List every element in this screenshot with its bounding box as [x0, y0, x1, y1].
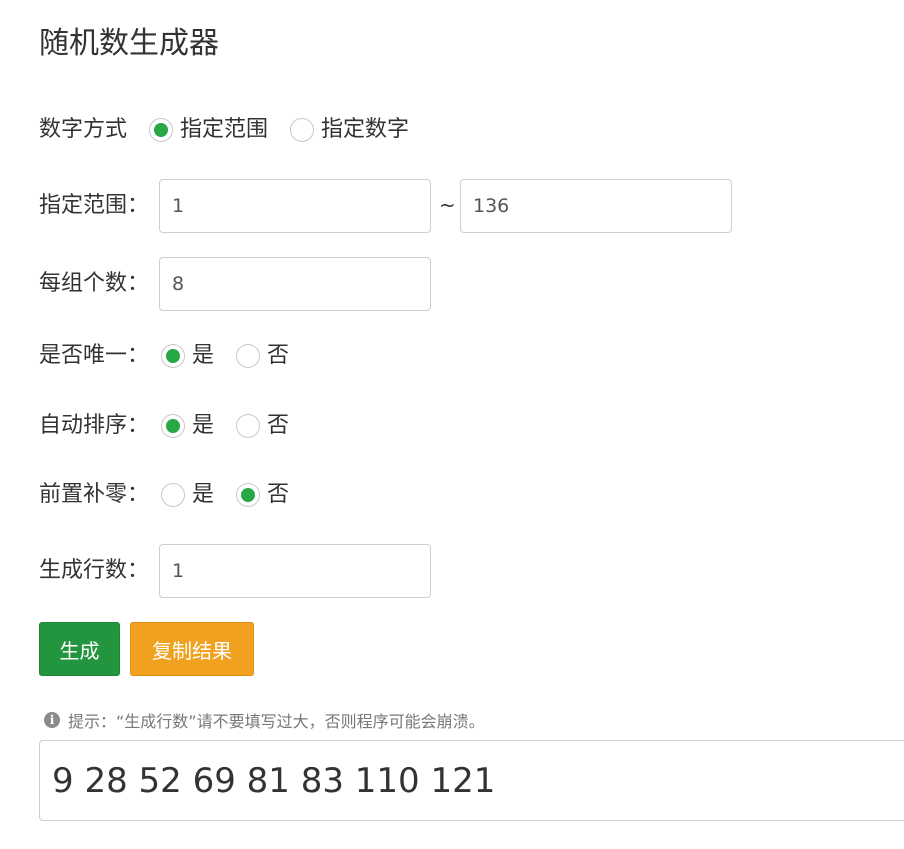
range-row: 指定范围：	[39, 179, 149, 233]
tip: i 提示：“生成行数”请不要填写过大，否则程序可能会崩溃。	[44, 708, 485, 732]
auto-sort-label: 自动排序：	[39, 413, 150, 438]
auto-sort-yes-label: 是	[192, 413, 215, 438]
range-label: 指定范围：	[39, 193, 150, 218]
rows-input[interactable]	[159, 544, 431, 598]
mode-option-number[interactable]: 指定数字	[290, 115, 409, 145]
unique-no-label: 否	[267, 343, 290, 368]
page-title: 随机数生成器	[39, 26, 219, 61]
unique-yes-label: 是	[192, 343, 215, 368]
info-circle-icon: i	[44, 712, 60, 728]
unique-option-yes[interactable]: 是	[161, 341, 214, 371]
mode-range-label: 指定范围	[180, 117, 269, 142]
auto-sort-option-yes[interactable]: 是	[161, 411, 214, 441]
copy-result-button[interactable]: 复制结果	[130, 622, 254, 676]
mode-label: 数字方式	[39, 117, 128, 142]
rows-row: 生成行数：	[39, 544, 149, 598]
unique-no-radio[interactable]	[236, 344, 261, 368]
mode-range-radio[interactable]	[149, 118, 174, 142]
random-number-generator-page: 随机数生成器 数字方式 指定范围 指定数字 指定范围： ~ 每组个数： 是否唯一…	[0, 0, 904, 849]
zero-pad-yes-radio[interactable]	[161, 483, 186, 507]
unique-row: 是否唯一： 是 否	[39, 329, 289, 383]
unique-option-no[interactable]: 否	[236, 341, 289, 371]
auto-sort-yes-radio[interactable]	[161, 414, 186, 438]
zero-pad-yes-label: 是	[192, 482, 215, 507]
mode-option-range[interactable]: 指定范围	[149, 115, 268, 145]
tip-text: 提示：“生成行数”请不要填写过大，否则程序可能会崩溃。	[68, 712, 485, 731]
unique-label: 是否唯一：	[39, 343, 150, 368]
zero-pad-no-label: 否	[267, 482, 290, 507]
zero-pad-no-radio[interactable]	[236, 483, 261, 507]
zero-pad-option-yes[interactable]: 是	[161, 480, 214, 510]
zero-pad-option-no[interactable]: 否	[236, 480, 289, 510]
auto-sort-no-radio[interactable]	[236, 414, 261, 438]
range-separator: ~	[439, 193, 456, 217]
unique-yes-radio[interactable]	[161, 344, 186, 368]
rows-label: 生成行数：	[39, 558, 150, 583]
group-count-label: 每组个数：	[39, 271, 150, 296]
generate-button[interactable]: 生成	[39, 622, 120, 676]
range-max-input[interactable]	[460, 179, 732, 233]
mode-number-radio[interactable]	[290, 118, 315, 142]
zero-pad-label: 前置补零：	[39, 482, 150, 507]
auto-sort-no-label: 否	[267, 413, 290, 438]
range-min-input[interactable]	[159, 179, 431, 233]
auto-sort-option-no[interactable]: 否	[236, 411, 289, 441]
zero-pad-row: 前置补零： 是 否	[39, 468, 289, 522]
group-count-row: 每组个数：	[39, 257, 149, 311]
group-count-input[interactable]	[159, 257, 431, 311]
result-output[interactable]: 9 28 52 69 81 83 110 121	[39, 740, 904, 821]
mode-row: 数字方式 指定范围 指定数字	[39, 103, 409, 157]
mode-number-label: 指定数字	[321, 117, 410, 142]
auto-sort-row: 自动排序： 是 否	[39, 399, 289, 453]
